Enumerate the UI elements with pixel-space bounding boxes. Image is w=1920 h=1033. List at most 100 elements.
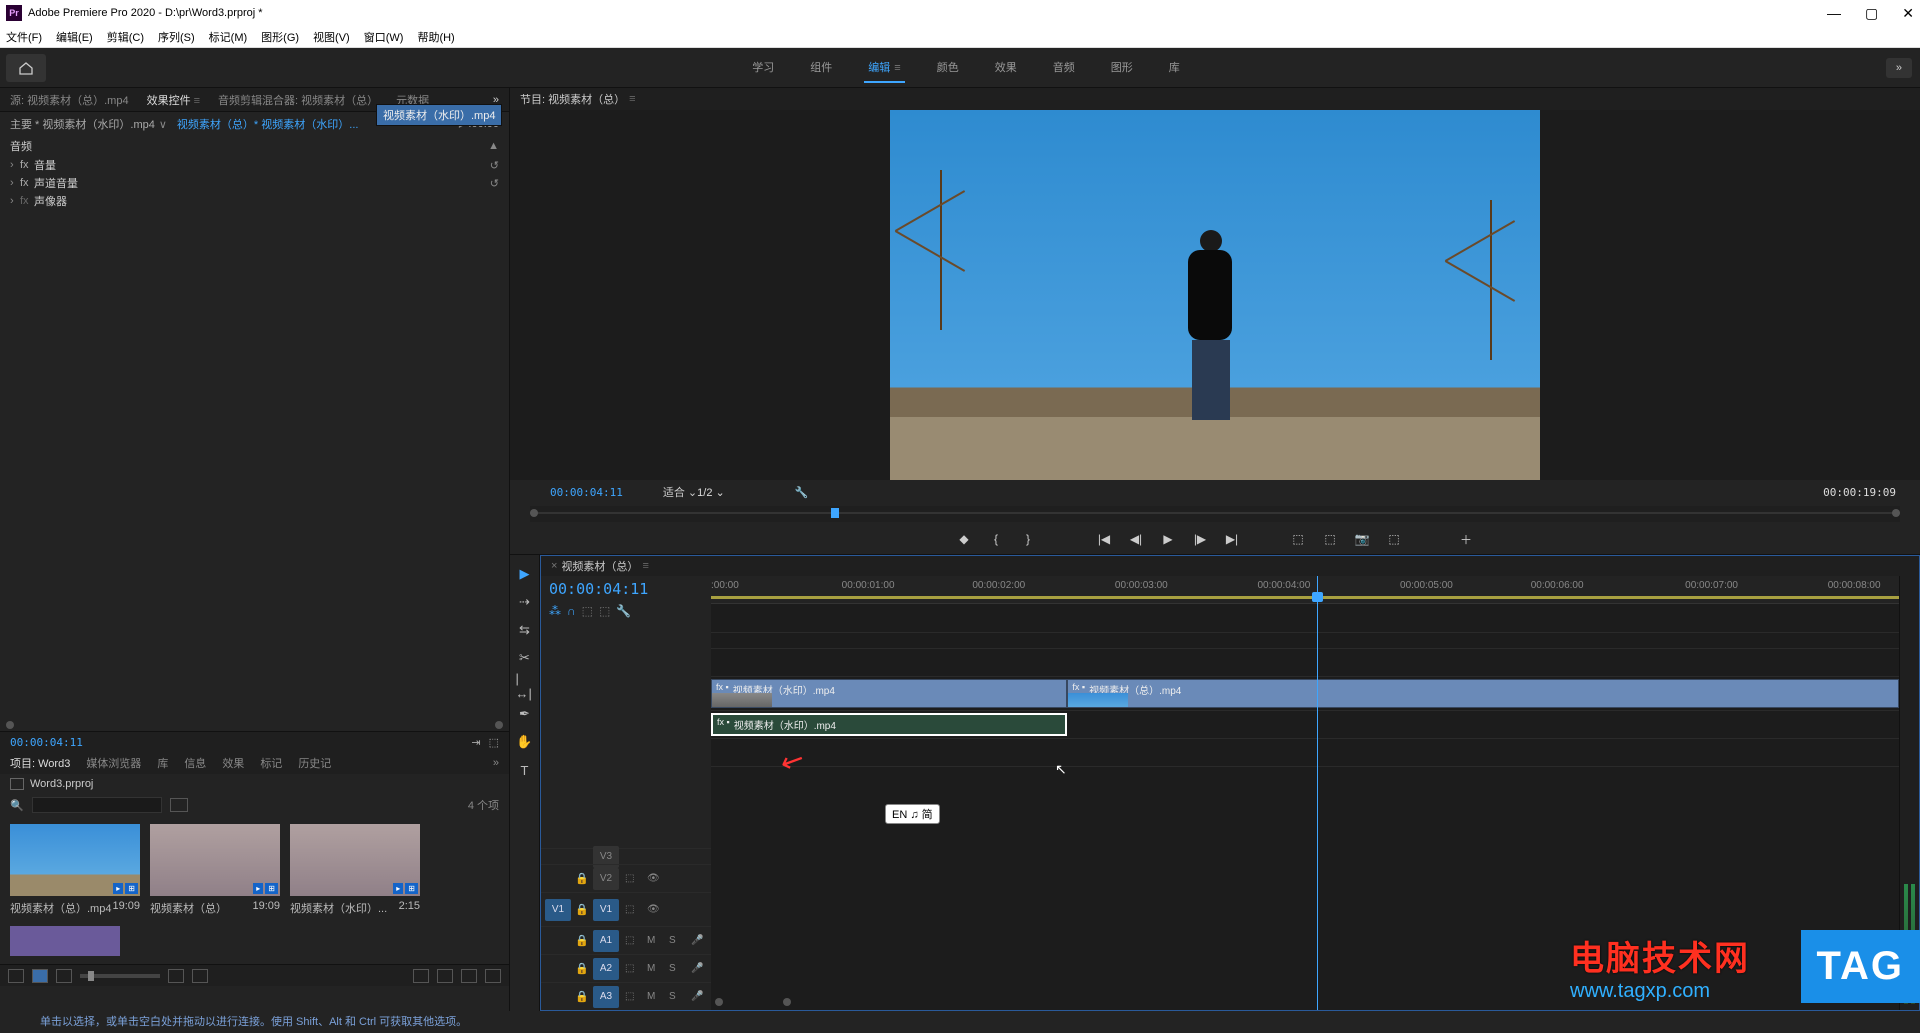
automate-button[interactable] [192, 969, 208, 983]
linked-selection-toggle[interactable]: ∩ [567, 604, 576, 618]
sync-lock-toggle[interactable]: ⬚ [599, 604, 610, 618]
toggle-output-icon[interactable]: ⬚ [625, 873, 641, 884]
ripple-edit-tool[interactable]: ⇆ [516, 621, 534, 639]
eye-icon[interactable]: 👁 [647, 873, 663, 884]
source-timecode[interactable]: 00:00:04:11 [10, 736, 83, 749]
project-item[interactable]: ▸⊞ 视频素材（水印）...2:15 [290, 824, 420, 916]
pen-tool[interactable]: ✒ [516, 705, 534, 723]
thumbnail-size-slider[interactable] [80, 974, 160, 978]
prop-channel-volume[interactable]: ›fx 声道音量 ↺ [0, 174, 509, 192]
prop-panner[interactable]: ›fx 声像器 [0, 192, 509, 210]
icon-view-button[interactable] [32, 969, 48, 983]
track-header-v1[interactable]: V1 🔒 V1 ⬚ 👁 [541, 892, 711, 926]
goto-in-button[interactable]: |◀ [1095, 530, 1113, 548]
project-tabs-overflow[interactable]: » [493, 757, 499, 769]
tab-history[interactable]: 历史记 [298, 755, 331, 771]
effect-clip-label[interactable]: 视频素材（总）* 视频素材（水印）... [177, 116, 359, 132]
workspace-libraries[interactable]: 库 [1165, 53, 1184, 83]
track-header-v2[interactable]: 🔒 V2 ⬚ 👁 [541, 864, 711, 892]
play-button[interactable]: ▶ [1159, 530, 1177, 548]
timeline-clip-audio[interactable]: fx ▪视频素材（水印）.mp4 [711, 713, 1067, 736]
comparison-button[interactable]: ⬚ [1385, 530, 1403, 548]
tab-audio-mixer[interactable]: 音频剪辑混合器: 视频素材（总） [218, 92, 378, 108]
tab-effects[interactable]: 效果 [222, 755, 244, 771]
zoom-dropdown[interactable]: 适合 ⌄ [663, 484, 697, 500]
timeline-zoom-right[interactable] [783, 998, 791, 1006]
reset-icon[interactable]: ↺ [490, 177, 499, 190]
program-tab[interactable]: 节目: 视频素材（总）≡ [510, 88, 1920, 110]
menu-marker[interactable]: 标记(M) [209, 29, 248, 45]
razor-tool[interactable]: ✂ [516, 649, 534, 667]
sort-button[interactable] [168, 969, 184, 983]
timeline-tab[interactable]: × 视频素材（总）≡ [541, 556, 1919, 576]
workspace-audio[interactable]: 音频 [1049, 53, 1079, 83]
timeline-timecode[interactable]: 00:00:04:11 [541, 576, 711, 602]
track-a1-lane[interactable]: fx ▪视频素材（水印）.mp4 [711, 710, 1899, 738]
button-editor[interactable]: ＋ [1457, 530, 1475, 548]
timeline-zoom-left[interactable] [715, 998, 723, 1006]
type-tool[interactable]: T [516, 761, 534, 779]
menu-file[interactable]: 文件(F) [6, 29, 42, 45]
filter-icon[interactable] [170, 798, 188, 812]
workspace-learn[interactable]: 学习 [748, 53, 778, 83]
menu-clip[interactable]: 剪辑(C) [107, 29, 144, 45]
settings-icon[interactable]: 🔧 [795, 486, 809, 499]
project-breadcrumb[interactable]: Word3.prproj [0, 774, 509, 794]
new-item-button[interactable] [461, 969, 477, 983]
trash-button[interactable] [485, 969, 501, 983]
workspace-overflow-button[interactable]: » [1886, 58, 1912, 78]
menu-view[interactable]: 视图(V) [313, 29, 350, 45]
timeline-tracks[interactable]: :00:00 00:00:01:00 00:00:02:00 00:00:03:… [711, 576, 1899, 1010]
menu-help[interactable]: 帮助(H) [417, 29, 454, 45]
menu-sequence[interactable]: 序列(S) [158, 29, 195, 45]
marker-button[interactable]: ◆ [955, 530, 973, 548]
list-view-button[interactable] [8, 969, 24, 983]
export-frame-button[interactable]: 📷 [1353, 530, 1371, 548]
settings-toggle[interactable]: 🔧 [616, 604, 631, 618]
track-a2-lane[interactable] [711, 738, 1899, 766]
tab-markers[interactable]: 标记 [260, 755, 282, 771]
resolution-dropdown[interactable]: 1/2 ⌄ [697, 486, 725, 499]
tab-media-browser[interactable]: 媒体浏览器 [86, 755, 141, 771]
project-item[interactable]: ▸⊞ 视频素材（总）19:09 [150, 824, 280, 916]
scrub-end[interactable] [1892, 509, 1900, 517]
timeline-clip[interactable]: fx ▪视频素材（水印）.mp4 [711, 679, 1067, 708]
program-monitor[interactable] [510, 110, 1920, 480]
menu-window[interactable]: 窗口(W) [364, 29, 404, 45]
workspace-editing[interactable]: 编辑≡ [864, 53, 904, 83]
track-header-a2[interactable]: 🔒 A2 ⬚MS🎤 [541, 954, 711, 982]
program-scrubber[interactable] [530, 506, 1900, 522]
source-patch-v1[interactable]: V1 [545, 899, 571, 921]
insert-icon[interactable]: ⇥ [471, 736, 480, 749]
menu-graphics[interactable]: 图形(G) [261, 29, 299, 45]
extract-button[interactable]: ⬚ [1321, 530, 1339, 548]
tab-source[interactable]: 源: 视频素材（总）.mp4 [10, 92, 129, 108]
tab-libraries[interactable]: 库 [157, 755, 168, 771]
find-button[interactable] [413, 969, 429, 983]
track-select-tool[interactable]: ⇢ [516, 593, 534, 611]
track-header-a3[interactable]: 🔒 A3 ⬚MS🎤 [541, 982, 711, 1010]
effect-clip-token[interactable]: 视频素材（水印）.mp4 [376, 104, 502, 126]
workspace-effects[interactable]: 效果 [991, 53, 1021, 83]
workspace-color[interactable]: 颜色 [933, 53, 963, 83]
track-v3-lane[interactable] [711, 632, 1899, 648]
workspace-graphics[interactable]: 图形 [1107, 53, 1137, 83]
scrollbar-left[interactable] [6, 721, 14, 729]
slip-tool[interactable]: |↔| [516, 677, 534, 695]
program-timecode[interactable]: 00:00:04:11 [550, 486, 623, 499]
project-item[interactable]: ▸⊞ 视频素材（总）.mp419:09 [10, 824, 140, 916]
track-header-a1[interactable]: 🔒 A1 ⬚MS🎤 [541, 926, 711, 954]
menu-edit[interactable]: 编辑(E) [56, 29, 93, 45]
timeline-clip[interactable]: fx ▪视频素材（总）.mp4 [1067, 679, 1899, 708]
step-back-button[interactable]: ◀| [1127, 530, 1145, 548]
scrub-start[interactable] [530, 509, 538, 517]
workspace-assembly[interactable]: 组件 [806, 53, 836, 83]
track-header-v3[interactable]: V3 [541, 848, 711, 864]
maximize-button[interactable]: ▢ [1865, 5, 1878, 22]
marker-toggle[interactable]: ⬚ [582, 604, 593, 618]
goto-out-button[interactable]: ▶| [1223, 530, 1241, 548]
overwrite-icon[interactable]: ⬚ [489, 736, 499, 749]
home-button[interactable] [6, 54, 46, 82]
track-v2-lane[interactable] [711, 648, 1899, 676]
freeform-view-button[interactable] [56, 969, 72, 983]
